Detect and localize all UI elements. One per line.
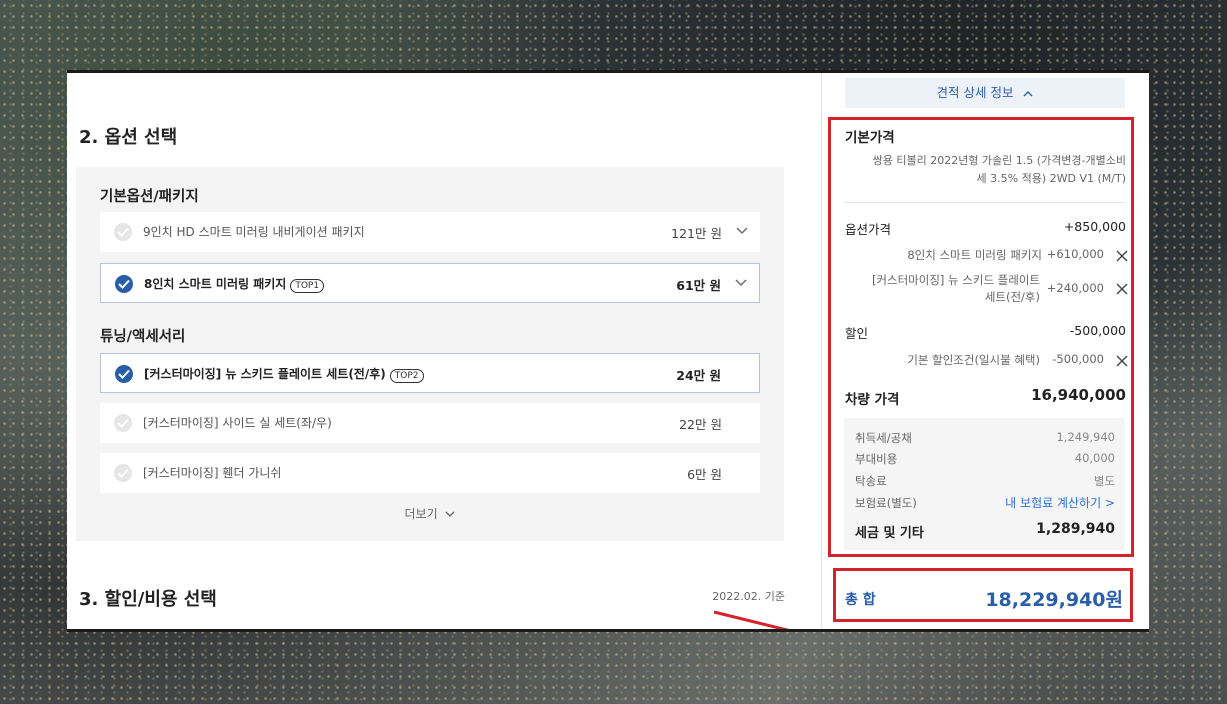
tax-row-value: 40,000	[1074, 451, 1115, 465]
tax-total-label: 세금 및 기타	[855, 526, 924, 541]
option-label: 8인치 스마트 미러링 패키지	[144, 277, 287, 291]
base-price-desc-1: 쌍용 티볼리 2022년형 가솔린 1.5 (가격변경-개별소비	[872, 154, 1126, 167]
option-row-hd-navi[interactable]: 9인치 HD 스마트 미러링 내비게이션 패키지 121만 원	[100, 212, 760, 252]
option-price: 6만 원	[687, 467, 722, 482]
more-label: 더보기	[404, 507, 438, 521]
tax-row-value: 1,249,940	[1056, 430, 1115, 444]
base-price-title: 기본가격	[845, 130, 895, 146]
remove-icon[interactable]	[1116, 283, 1128, 295]
option-price-label: 옵션가격	[845, 222, 892, 237]
discount-label: 할인	[845, 326, 869, 341]
chevron-up-icon	[1023, 91, 1033, 97]
checked-icon[interactable]	[115, 275, 133, 293]
chevron-down-icon[interactable]	[736, 227, 748, 235]
option-item-label-line2: 세트(전/후)	[984, 290, 1040, 304]
group-label-basic: 기본옵션/패키지	[100, 189, 199, 205]
estimate-panel: 2. 옵션 선택 기본옵션/패키지 9인치 HD 스마트 미러링 내비게이션 패…	[67, 70, 1149, 632]
tax-total-value: 1,289,940	[1036, 521, 1115, 537]
option-price-value: +850,000	[1063, 219, 1126, 234]
option-row-skid-plate[interactable]: [커스터마이징] 뉴 스키드 플레이트 세트(전/후) TOP2 24만 원	[100, 353, 760, 393]
option-row-smart-mirroring[interactable]: 8인치 스마트 미러링 패키지 TOP1 61만 원	[100, 263, 760, 303]
insurance-calc-link[interactable]: 내 보험료 계산하기 >	[1005, 494, 1115, 511]
option-item-label-line1: [커스터마이징] 뉴 스키드 플레이트	[871, 273, 1040, 287]
total-value: 18,229,940원	[985, 589, 1123, 611]
option-price: 22만 원	[679, 417, 722, 432]
options-box: 기본옵션/패키지 9인치 HD 스마트 미러링 내비게이션 패키지 121만 원…	[76, 167, 784, 541]
option-price: 121만 원	[671, 226, 722, 241]
divider	[844, 202, 1125, 203]
remove-icon[interactable]	[1116, 355, 1128, 367]
section-title-options: 2. 옵션 선택	[79, 127, 178, 148]
option-price: 61만 원	[676, 278, 721, 293]
tax-row-label: 취득세/공채	[855, 431, 912, 445]
more-button[interactable]: 더보기	[76, 505, 784, 522]
estimate-detail-toggle[interactable]: 견적 상세 정보	[845, 78, 1125, 108]
red-arrow-annotation	[713, 610, 790, 629]
option-label: [커스터마이징] 휀더 가니쉬	[143, 466, 282, 480]
top-badge: TOP2	[389, 369, 424, 383]
base-price-desc-2: 세 3.5% 적용) 2WD V1 (M/T)	[976, 172, 1126, 185]
remove-icon[interactable]	[1116, 250, 1128, 262]
option-row-fender-garnish[interactable]: [커스터마이징] 휀더 가니쉬 6만 원	[100, 453, 760, 493]
tax-row-label: 보험료(별도)	[855, 496, 917, 510]
discount-item-label: 기본 할인조건(일시불 혜택)	[907, 353, 1040, 367]
price-summary: 견적 상세 정보 기본가격 쌍용 티볼리 2022년형 가솔린 1.5 (가격변…	[821, 73, 1149, 629]
chevron-down-icon[interactable]	[735, 279, 747, 287]
discount-value: -500,000	[1069, 323, 1126, 338]
tax-row-value: 별도	[1093, 474, 1115, 488]
car-price-label: 차량 가격	[845, 392, 900, 408]
total-label: 총 합	[845, 592, 876, 608]
option-item-value: +240,000	[1046, 281, 1104, 295]
unchecked-icon[interactable]	[114, 414, 132, 432]
tax-box: 취득세/공채 1,249,940 부대비용 40,000 탁송료 별도 보험료(…	[844, 418, 1125, 550]
tax-row-label: 탁송료	[855, 474, 887, 488]
option-label-wrap: [커스터마이징] 뉴 스키드 플레이트 세트(전/후) TOP2	[144, 365, 424, 383]
checked-icon[interactable]	[115, 365, 133, 383]
option-label-wrap: 8인치 스마트 미러링 패키지 TOP1	[144, 275, 325, 293]
option-row-side-sill[interactable]: [커스터마이징] 사이드 실 세트(좌/우) 22만 원	[100, 403, 760, 443]
detail-button-label: 견적 상세 정보	[936, 85, 1014, 100]
option-label: 9인치 HD 스마트 미러링 내비게이션 패키지	[143, 225, 365, 239]
unchecked-icon[interactable]	[114, 223, 132, 241]
car-price-value: 16,940,000	[1031, 386, 1126, 404]
chevron-down-icon	[446, 511, 455, 517]
section-title-discount: 3. 할인/비용 선택	[79, 589, 217, 610]
unchecked-icon[interactable]	[114, 464, 132, 482]
option-label: [커스터마이징] 뉴 스키드 플레이트 세트(전/후)	[144, 367, 386, 381]
option-label: [커스터마이징] 사이드 실 세트(좌/우)	[143, 416, 332, 430]
option-item-value: +610,000	[1046, 247, 1104, 261]
base-date: 2022.02. 기준	[712, 590, 785, 603]
options-column: 2. 옵션 선택 기본옵션/패키지 9인치 HD 스마트 미러링 내비게이션 패…	[67, 73, 821, 629]
option-price: 24만 원	[676, 368, 721, 383]
option-item-label: 8인치 스마트 미러링 패키지	[907, 248, 1042, 262]
group-label-tuning: 튜닝/액세서리	[100, 329, 186, 345]
tax-row-label: 부대비용	[855, 452, 898, 466]
discount-item-value: -500,000	[1052, 352, 1104, 366]
top-badge: TOP1	[290, 279, 325, 293]
